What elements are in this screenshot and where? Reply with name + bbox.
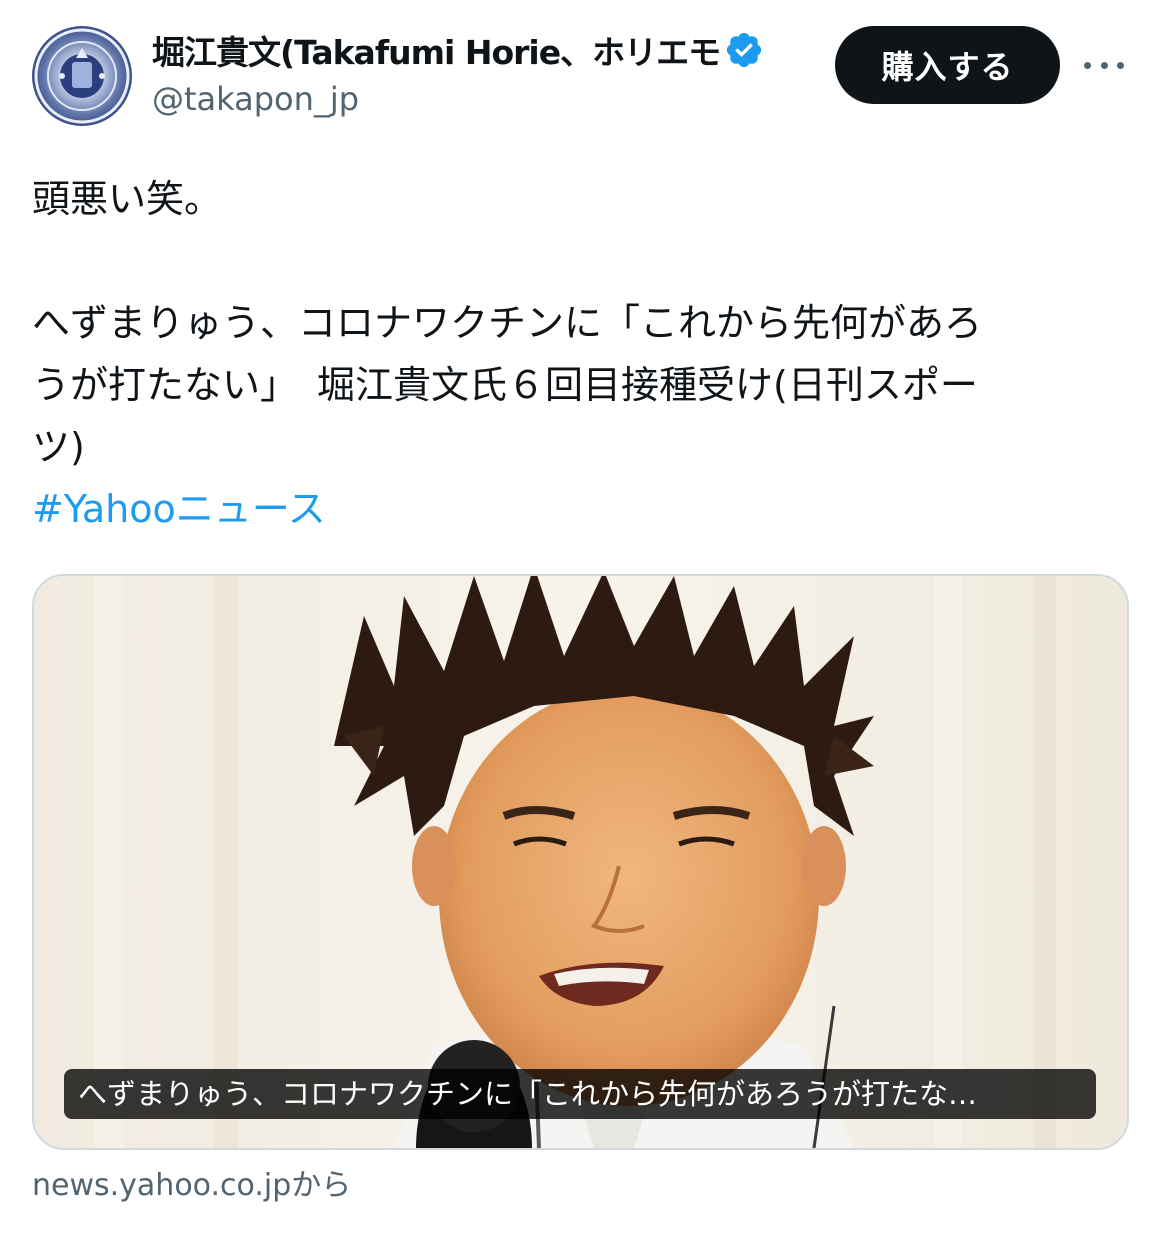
more-dot <box>1084 61 1091 69</box>
verified-badge-icon <box>727 32 762 68</box>
tweet-line: ツ) <box>32 425 85 469</box>
author-name[interactable]: 堀江貴文(Takafumi Horie、ホリエモ <box>152 26 721 74</box>
link-source[interactable]: news.yahoo.co.jpから <box>32 1160 351 1204</box>
more-dot <box>1117 61 1124 69</box>
author-avatar[interactable] <box>32 26 132 126</box>
tweet-line: へずまりゅう、コロナワクチンに「これから先何があろ <box>32 301 983 345</box>
news-photo <box>34 576 1127 1148</box>
tweet-line: 頭悪い笑。 <box>32 177 223 221</box>
author-handle[interactable]: @takapon_jp <box>152 80 359 118</box>
seal-logo-icon <box>34 28 130 124</box>
tweet-header: 堀江貴文(Takafumi Horie、ホリエモ @takapon_jp 購入す… <box>0 0 1166 140</box>
more-dot <box>1100 61 1108 69</box>
tweet-body: 頭悪い笑。 へずまりゅう、コロナワクチンに「これから先何があろ うが打たない」 … <box>32 168 1132 540</box>
tweet-line: うが打たない」 堀江貴文氏６回目接種受け(日刊スポー <box>32 363 978 407</box>
card-caption: へずまりゅう、コロナワクチンに「これから先何があろうが打たな… <box>64 1069 1096 1119</box>
author-name-row[interactable]: 堀江貴文(Takafumi Horie、ホリエモ <box>152 24 812 76</box>
link-card[interactable]: へずまりゅう、コロナワクチンに「これから先何があろうが打たな… <box>32 574 1129 1150</box>
buy-button[interactable]: 購入する <box>835 26 1060 104</box>
more-horizontal-icon[interactable] <box>1084 52 1124 78</box>
hashtag-link[interactable]: #Yahooニュース <box>32 487 326 531</box>
